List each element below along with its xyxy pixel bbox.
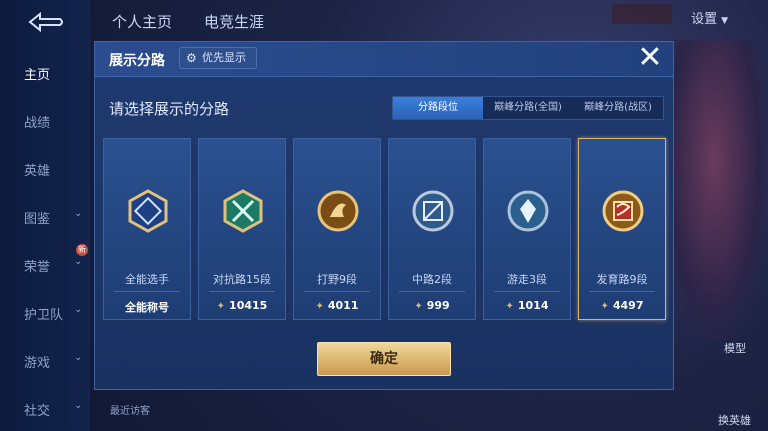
sidebar-item-games[interactable]: 游戏 ⌄	[0, 352, 90, 371]
chevron-down-icon: ⌄	[74, 208, 83, 219]
notification-icon[interactable]	[612, 4, 672, 24]
lane-card-stat: ✦ 4497	[579, 299, 665, 312]
close-icon[interactable]: ✕	[636, 43, 664, 73]
priority-display-button[interactable]: ⚙ 优先显示	[179, 47, 257, 69]
lane-card-name: 打野9段	[317, 273, 357, 286]
new-badge: 新	[76, 244, 88, 256]
sidebar-item-home[interactable]: 主页	[0, 64, 90, 83]
lane-card-name: 对抗路15段	[213, 273, 271, 286]
chevron-down-icon: ⌄	[74, 304, 83, 315]
tab-esports[interactable]: 电竞生涯	[204, 11, 264, 32]
divider	[114, 291, 180, 292]
lane-card-clash[interactable]: 对抗路15段 ✦ 10415	[198, 138, 286, 320]
lane-card-stat-value: 999	[426, 299, 450, 312]
divider	[589, 291, 655, 292]
sidebar-item-label: 护卫队	[24, 308, 64, 323]
lane-card-stat: 全能称号	[125, 301, 169, 314]
tab-peak-national[interactable]: 巅峰分路(全国)	[483, 97, 573, 119]
tab-peak-region[interactable]: 巅峰分路(战区)	[573, 97, 663, 119]
chevron-down-icon: ▼	[721, 16, 728, 26]
lane-card-name: 发育路9段	[596, 273, 648, 286]
lane-card-roam[interactable]: 游走3段 ✦ 1014	[483, 138, 571, 320]
lane-card-stat: ✦ 999	[389, 299, 475, 312]
proficiency-icon: ✦	[414, 301, 423, 312]
hero-background-art	[660, 40, 768, 340]
farm-lane-emblem-icon	[602, 190, 644, 232]
tab-lane-rank[interactable]: 分路段位	[393, 97, 483, 119]
lane-card-all-round[interactable]: 全能选手 全能称号	[103, 138, 191, 320]
sidebar-item-label: 战绩	[24, 116, 51, 131]
gear-icon: ⚙	[186, 51, 197, 65]
prompt-text: 请选择展示的分路	[109, 100, 230, 118]
back-icon[interactable]	[26, 10, 66, 34]
model-button[interactable]: 模型	[724, 340, 746, 356]
proficiency-icon: ✦	[505, 301, 514, 312]
clash-lane-emblem-icon	[223, 189, 263, 233]
chevron-down-icon: ⌄	[74, 352, 83, 363]
lane-card-stat: ✦ 10415	[199, 299, 285, 312]
sidebar-item-guard-team[interactable]: 护卫队 ⌄	[0, 304, 90, 323]
lane-card-stat-value: 4497	[612, 299, 644, 312]
lane-card-stat: ✦ 1014	[484, 299, 570, 312]
settings-label: 设置	[691, 12, 718, 27]
confirm-button[interactable]: 确定	[317, 342, 451, 376]
lane-card-jungle[interactable]: 打野9段 ✦ 4011	[293, 138, 381, 320]
change-hero-button[interactable]: 换英雄	[718, 412, 751, 428]
lane-card-list: 全能选手 全能称号 对抗路15段 ✦ 10415 打野9段 ✦ 4011 中路2…	[103, 138, 667, 320]
mid-lane-emblem-icon	[412, 190, 454, 232]
chevron-down-icon: ⌄	[74, 400, 83, 411]
lane-card-stat-value: 4011	[327, 299, 359, 312]
lane-card-name: 全能选手	[125, 273, 169, 286]
jungle-emblem-icon	[317, 190, 359, 232]
divider	[304, 291, 370, 292]
proficiency-icon: ✦	[315, 301, 324, 312]
dialog-header: 展示分路 ⚙ 优先显示 ✕	[95, 42, 673, 77]
sidebar-item-label: 主页	[24, 68, 51, 83]
divider	[494, 291, 560, 292]
sidebar-item-honors[interactable]: 荣誉 ⌄	[0, 256, 90, 275]
lane-display-dialog: 展示分路 ⚙ 优先显示 ✕ 请选择展示的分路 分路段位 巅峰分路(全国) 巅峰分…	[94, 41, 674, 390]
chevron-down-icon: ⌄	[74, 256, 83, 267]
sidebar-item-label: 社交	[24, 404, 51, 419]
sidebar-item-label: 荣誉	[24, 260, 51, 275]
settings-button[interactable]: 设置 ▼	[691, 8, 728, 27]
lane-card-mid[interactable]: 中路2段 ✦ 999	[388, 138, 476, 320]
sidebar-item-label: 图鉴	[24, 212, 51, 227]
sidebar-item-label: 英雄	[24, 164, 51, 179]
lane-card-farm[interactable]: 发育路9段 ✦ 4497	[578, 138, 666, 320]
lane-card-name: 中路2段	[412, 273, 452, 286]
divider	[399, 291, 465, 292]
sidebar-item-records[interactable]: 战绩	[0, 112, 90, 131]
dialog-title: 展示分路	[109, 53, 165, 69]
priority-display-label: 优先显示	[202, 51, 246, 64]
lane-tabs: 分路段位 巅峰分路(全国) 巅峰分路(战区)	[392, 96, 664, 120]
sidebar-item-label: 游戏	[24, 356, 51, 371]
sidebar: 主页 战绩 英雄 图鉴 ⌄ 新 荣誉 ⌄ 护卫队 ⌄ 游戏 ⌄ 社交 ⌄	[0, 0, 90, 431]
proficiency-icon: ✦	[600, 301, 609, 312]
lane-card-stat: ✦ 4011	[294, 299, 380, 312]
lane-card-name: 游走3段	[507, 273, 547, 286]
lane-card-stat-value: 1014	[517, 299, 549, 312]
proficiency-icon: ✦	[216, 301, 226, 312]
sidebar-item-heroes[interactable]: 英雄	[0, 160, 90, 179]
recent-visitors-label: 最近访客	[110, 406, 150, 417]
top-bar: 个人主页 电竞生涯 设置 ▼	[90, 0, 768, 40]
all-round-emblem-icon	[128, 189, 168, 233]
roam-emblem-icon	[507, 190, 549, 232]
tab-profile[interactable]: 个人主页	[112, 11, 172, 32]
divider	[209, 291, 275, 292]
lane-card-stat-value: 10415	[229, 299, 268, 312]
sidebar-item-social[interactable]: 社交 ⌄	[0, 400, 90, 419]
sidebar-item-codex[interactable]: 图鉴 ⌄	[0, 208, 90, 227]
